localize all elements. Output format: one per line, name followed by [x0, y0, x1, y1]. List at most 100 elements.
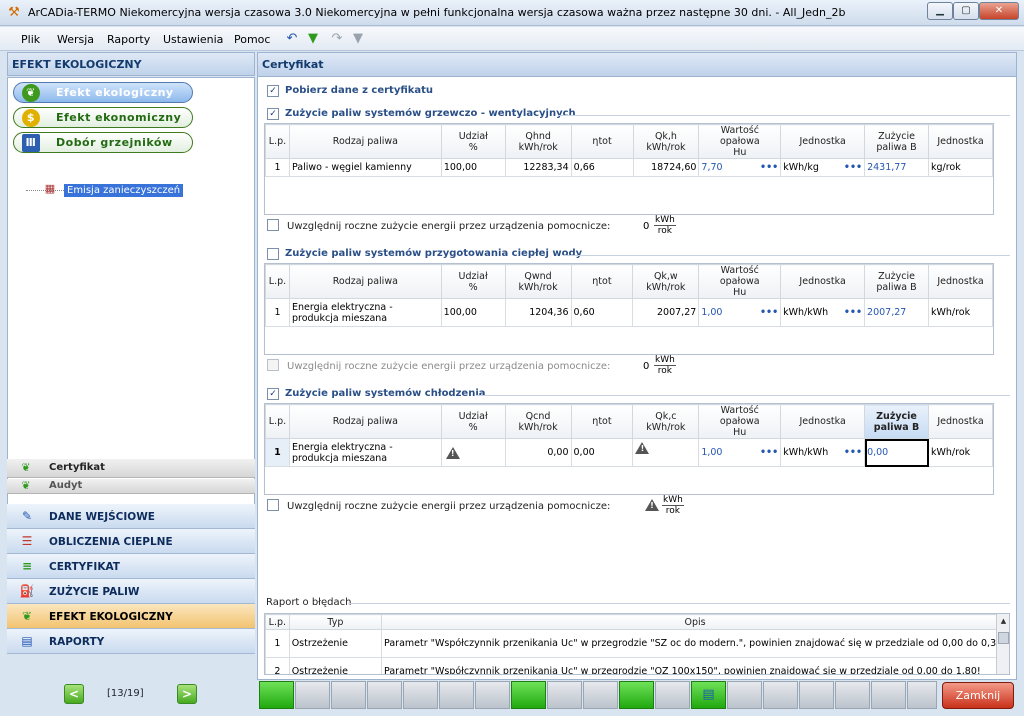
- status-segment-7[interactable]: [475, 681, 510, 709]
- aux-hotwater-checkbox[interactable]: [267, 359, 279, 371]
- table-row[interactable]: 1 Energia elektryczna - produkcja miesza…: [265, 438, 993, 467]
- cell-fuel[interactable]: Energia elektryczna - produkcja mieszana: [288, 438, 442, 467]
- status-segment-19[interactable]: [907, 681, 937, 709]
- status-segment-11[interactable]: [619, 681, 654, 709]
- menu-ustawienia[interactable]: Ustawienia: [163, 33, 223, 46]
- redo-icon[interactable]: ↷: [329, 31, 345, 47]
- section-heating-checkbox[interactable]: ✓: [267, 108, 279, 120]
- col-header: Jednostka: [780, 124, 866, 159]
- scroll-up-icon[interactable]: ▲: [998, 617, 1009, 629]
- table-row[interactable]: 1 Energia elektryczna - produkcja miesza…: [265, 298, 994, 327]
- section-dane-wejsciowe[interactable]: ✎ DANE WEJŚCIOWE: [7, 504, 255, 529]
- next-page-button[interactable]: >: [177, 684, 197, 704]
- status-segment-8[interactable]: [511, 681, 546, 709]
- status-segment-1[interactable]: [259, 681, 294, 709]
- section-hotwater-checkbox[interactable]: [267, 248, 279, 260]
- energy-label-icon: ≡: [21, 559, 33, 573]
- cell-share[interactable]: 100,00: [440, 158, 506, 177]
- cell-fuel[interactable]: Paliwo - węgiel kamienny: [288, 158, 442, 177]
- cell-unit[interactable]: kWh/kWh •••: [780, 438, 866, 467]
- nav-efekt-ekonomiczny[interactable]: $ Efekt ekonomiczny: [13, 107, 193, 128]
- left-panel-content: ❦ Efekt ekologiczny $ Efekt ekonomiczny …: [7, 77, 255, 507]
- cell-unit[interactable]: kWh/kWh •••: [780, 298, 866, 327]
- aux-heating-checkbox[interactable]: [267, 219, 279, 231]
- window-close-button[interactable]: ✕: [979, 2, 1019, 20]
- section-cooling-checkbox[interactable]: ✓: [267, 388, 279, 400]
- prev-page-button[interactable]: <: [64, 684, 84, 704]
- unit-browse-button[interactable]: •••: [844, 307, 862, 318]
- cell-unit[interactable]: kWh/kg •••: [780, 158, 866, 177]
- maximize-button[interactable]: ▢: [953, 2, 979, 20]
- status-segment-current[interactable]: ▤: [691, 681, 726, 709]
- section-zuzycie-paliw[interactable]: ⛽ ZUŻYCIE PALIW: [7, 579, 255, 604]
- table-row[interactable]: 2 Ostrzeżenie Parametr "Współczynnik prz…: [265, 657, 1009, 674]
- cell-hu[interactable]: 7,70 •••: [698, 158, 782, 177]
- section-efekt-ekologiczny[interactable]: ❦ EFEKT EKOLOGICZNY: [7, 604, 255, 629]
- pobierz-checkbox[interactable]: ✓: [267, 85, 279, 97]
- warning-mark: !: [650, 501, 654, 510]
- status-segment-14[interactable]: [727, 681, 762, 709]
- status-segment-5[interactable]: [403, 681, 438, 709]
- error-report-grid[interactable]: L.p. Typ Opis 1 Ostrzeżenie Parametr "Ws…: [264, 613, 1010, 675]
- minimize-button[interactable]: ▁: [927, 2, 953, 20]
- status-segment-16[interactable]: [799, 681, 834, 709]
- unit-browse-button[interactable]: •••: [844, 447, 862, 458]
- cooling-fuel-grid[interactable]: L.p. Rodzaj paliwa Udział % Qcnd kWh/rok…: [264, 403, 994, 495]
- cell-share[interactable]: 100,00: [440, 298, 506, 327]
- col-header: Jednostka: [927, 264, 994, 299]
- warning-icon: !: [635, 441, 650, 454]
- sub-item-label: Certyfikat: [49, 462, 105, 473]
- menu-raporty[interactable]: Raporty: [107, 33, 150, 46]
- cell-hu[interactable]: 1,00 •••: [698, 438, 782, 467]
- nav-label: Efekt ekonomiczny: [56, 111, 182, 124]
- aux-cooling-checkbox[interactable]: [267, 499, 279, 511]
- redo-dropdown-icon[interactable]: ▼: [350, 31, 366, 47]
- undo-icon[interactable]: ↶: [284, 31, 300, 47]
- cell-b: 2431,77: [864, 158, 929, 177]
- hu-browse-button[interactable]: •••: [760, 162, 778, 173]
- sub-item-certyfikat[interactable]: ❦ Certyfikat: [7, 459, 255, 478]
- hu-browse-button[interactable]: •••: [760, 307, 778, 318]
- heating-fuel-grid[interactable]: L.p. Rodzaj paliwa Udział % Qhnd kWh/rok…: [264, 123, 994, 215]
- menu-plik[interactable]: Plik: [21, 33, 40, 46]
- cell-fuel[interactable]: Energia elektryczna - produkcja mieszana: [288, 298, 442, 327]
- status-segment-6[interactable]: [439, 681, 474, 709]
- status-segment-9[interactable]: [547, 681, 582, 709]
- cell-hu[interactable]: 1,00 •••: [698, 298, 782, 327]
- status-segment-18[interactable]: [871, 681, 906, 709]
- status-segment-15[interactable]: [763, 681, 798, 709]
- col-header: Udział %: [440, 124, 506, 159]
- unit-browse-button[interactable]: •••: [844, 162, 862, 173]
- status-segment-4[interactable]: [367, 681, 402, 709]
- sub-item-audyt[interactable]: ❦ Audyt: [7, 479, 255, 494]
- status-segment-17[interactable]: [835, 681, 870, 709]
- warning-mark: !: [640, 443, 645, 453]
- section-raporty[interactable]: ▤ RAPORTY: [7, 629, 255, 654]
- hu-browse-button[interactable]: •••: [760, 447, 778, 458]
- tree-item-emisja[interactable]: Emisja zanieczyszczeń: [64, 184, 184, 197]
- menu-pomoc[interactable]: Pomoc: [234, 33, 270, 46]
- table-row[interactable]: 1 Ostrzeżenie Parametr "Współczynnik prz…: [265, 629, 1009, 658]
- section-rule: [558, 115, 1010, 116]
- cell-unit2: kg/rok: [928, 158, 993, 177]
- hotwater-fuel-grid[interactable]: L.p. Rodzaj paliwa Udział % Qwnd kWh/rok…: [264, 263, 994, 355]
- table-row[interactable]: 1 Paliwo - węgiel kamienny 100,00 12283,…: [265, 158, 993, 177]
- error-scrollbar[interactable]: ▲: [996, 614, 1009, 674]
- warning-icon: !: [445, 446, 460, 459]
- nav-efekt-ekologiczny[interactable]: ❦ Efekt ekologiczny: [13, 82, 193, 103]
- col-header: Rodzaj paliwa: [288, 124, 442, 159]
- status-segment-2[interactable]: [295, 681, 330, 709]
- nav-dobor-grzejnikow[interactable]: Ⅲ Dobór grzejników: [13, 132, 193, 153]
- zamknij-button[interactable]: Zamknij: [942, 682, 1014, 709]
- section-certyfikat[interactable]: ≡ CERTYFIKAT: [7, 554, 255, 579]
- status-segment-12[interactable]: [655, 681, 690, 709]
- cell-share[interactable]: !: [440, 438, 506, 467]
- section-obliczenia-cieplne[interactable]: ☰ OBLICZENIA CIEPLNE: [7, 529, 255, 554]
- menu-wersja[interactable]: Wersja: [57, 33, 94, 46]
- undo-dropdown-icon[interactable]: ▼: [305, 31, 321, 47]
- scroll-thumb[interactable]: [998, 632, 1009, 644]
- status-segment-10[interactable]: [583, 681, 618, 709]
- status-segment-3[interactable]: [331, 681, 366, 709]
- cell-b-selected[interactable]: 0,00: [864, 438, 929, 467]
- cell-unit2: kWh/rok: [927, 298, 994, 327]
